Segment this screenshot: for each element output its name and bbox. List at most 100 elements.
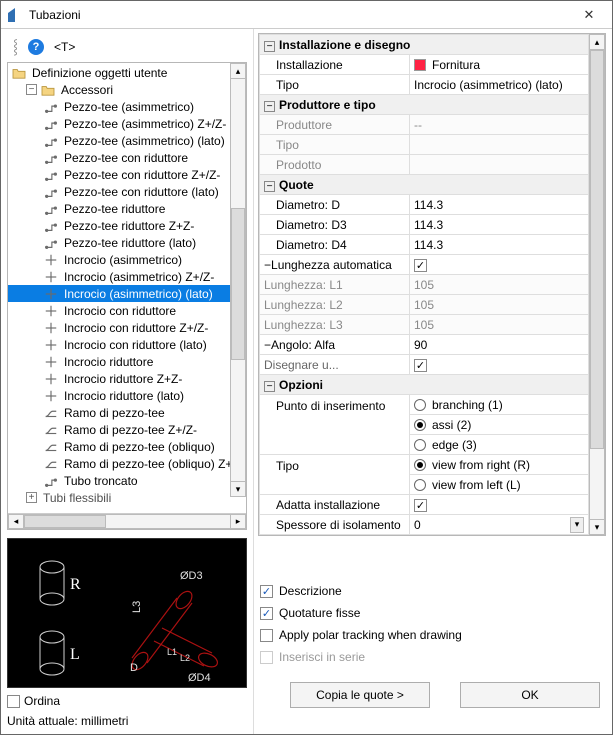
pipe-tee-icon [44, 117, 58, 131]
tree-item-3[interactable]: Pezzo-tee con riduttore [8, 149, 246, 166]
tree-item-1[interactable]: Pezzo-tee (asimmetrico) Z+/Z- [8, 115, 246, 132]
val-adatta[interactable]: ✓ [410, 495, 589, 515]
radio-icon[interactable] [414, 479, 426, 491]
tree[interactable]: Definizione oggetti utente−AccessoriPezz… [7, 62, 247, 530]
opt-assi[interactable]: assi (2) [410, 415, 589, 435]
section-install: Installazione e disegno [279, 38, 410, 52]
tree-item-6[interactable]: Pezzo-tee riduttore [8, 200, 246, 217]
tree-horizontal-scrollbar[interactable]: ◂ ▸ [8, 513, 246, 529]
val-l1: 105 [410, 275, 589, 295]
tree-item-10[interactable]: Incrocio (asimmetrico) Z+/Z- [8, 268, 246, 285]
scroll-left-icon[interactable]: ◂ [8, 514, 24, 529]
tree-item-22[interactable]: Tubo troncato [8, 472, 246, 489]
dropdown-arrow-icon[interactable]: ▾ [570, 517, 584, 533]
scroll-thumb[interactable] [24, 515, 106, 528]
tree-item-0[interactable]: Pezzo-tee (asimmetrico) [8, 98, 246, 115]
tree-item-8[interactable]: Pezzo-tee riduttore (lato) [8, 234, 246, 251]
tree-folder-accessori[interactable]: −Accessori [8, 81, 246, 98]
collapse-icon[interactable]: − [264, 101, 275, 112]
scroll-thumb[interactable] [231, 208, 245, 361]
val-angolo[interactable]: 90 [410, 335, 589, 355]
tree-item-label: Ramo di pezzo-tee Z+/Z- [62, 423, 199, 437]
tree-item-label: Incrocio riduttore Z+Z- [62, 372, 184, 386]
tree-vertical-scrollbar[interactable]: ▴ ▾ [230, 63, 246, 497]
grid-vertical-scrollbar[interactable]: ▴ ▾ [589, 34, 605, 535]
tree-root[interactable]: Definizione oggetti utente [8, 64, 246, 81]
tree-item-label: Pezzo-tee (asimmetrico) (lato) [62, 134, 227, 148]
tree-item-21[interactable]: Ramo di pezzo-tee (obliquo) Z+/Z- [8, 455, 246, 472]
opt-edge[interactable]: edge (3) [410, 435, 589, 455]
val-installazione[interactable]: Fornitura [410, 55, 589, 75]
radio-selected-icon[interactable] [414, 459, 426, 471]
tree-item-label: Pezzo-tee con riduttore [62, 151, 190, 165]
descrizione-checkbox[interactable]: ✓ [260, 585, 273, 598]
scroll-down-icon[interactable]: ▾ [589, 519, 605, 535]
tree-item-label: Definizione oggetti utente [30, 66, 169, 80]
tree-item-20[interactable]: Ramo di pezzo-tee (obliquo) [8, 438, 246, 455]
quotature-checkbox[interactable]: ✓ [260, 607, 273, 620]
radio-icon[interactable] [414, 439, 426, 451]
tree-item-12[interactable]: Incrocio con riduttore [8, 302, 246, 319]
tree-item-13[interactable]: Incrocio con riduttore Z+/Z- [8, 319, 246, 336]
scroll-thumb[interactable] [590, 50, 604, 449]
checkbox-checked-icon[interactable]: ✓ [414, 259, 427, 272]
tree-item-label: Pezzo-tee riduttore (lato) [62, 236, 198, 250]
tree-item-18[interactable]: Ramo di pezzo-tee [8, 404, 246, 421]
opt-view-right[interactable]: view from right (R) [410, 455, 589, 475]
cross-icon [44, 270, 58, 284]
collapse-icon[interactable]: − [264, 381, 275, 392]
collapse-icon[interactable]: − [26, 84, 37, 95]
ordina-label: Ordina [24, 694, 60, 708]
ordina-checkbox[interactable] [7, 695, 20, 708]
scroll-down-icon[interactable]: ▾ [230, 481, 246, 497]
tree-item-2[interactable]: Pezzo-tee (asimmetrico) (lato) [8, 132, 246, 149]
val-lungh-auto[interactable]: ✓ [410, 255, 589, 275]
val-diam-d[interactable]: 114.3 [410, 195, 589, 215]
val-diam-d4[interactable]: 114.3 [410, 235, 589, 255]
tree-item-16[interactable]: Incrocio riduttore Z+Z- [8, 370, 246, 387]
close-button[interactable]: ✕ [572, 3, 606, 27]
radio-icon[interactable] [414, 399, 426, 411]
scroll-up-icon[interactable]: ▴ [230, 63, 246, 79]
collapse-icon[interactable]: − [264, 258, 271, 272]
lbl-diam-d: Diametro: D [260, 195, 410, 215]
tree-item-19[interactable]: Ramo di pezzo-tee Z+/Z- [8, 421, 246, 438]
cross-icon [44, 287, 58, 301]
checkbox-checked-icon[interactable]: ✓ [414, 499, 427, 512]
tree-folder-tubi-flessibili[interactable]: +Tubi flessibili [8, 489, 246, 506]
collapse-icon[interactable]: − [264, 41, 275, 52]
collapse-icon[interactable]: − [264, 181, 275, 192]
tree-item-9[interactable]: Incrocio (asimmetrico) [8, 251, 246, 268]
scroll-right-icon[interactable]: ▸ [230, 514, 246, 529]
tree-item-4[interactable]: Pezzo-tee con riduttore Z+/Z- [8, 166, 246, 183]
tree-item-label: Incrocio (asimmetrico) [62, 253, 184, 267]
ok-button[interactable]: OK [460, 682, 600, 708]
t-tool-icon[interactable]: <T> [54, 40, 75, 54]
scroll-up-icon[interactable]: ▴ [589, 34, 605, 50]
svg-text:ØD3: ØD3 [180, 570, 203, 582]
val-diam-d3[interactable]: 114.3 [410, 215, 589, 235]
serie-checkbox [260, 651, 273, 664]
val-spessore[interactable]: 0▾ [410, 515, 589, 535]
tree-item-15[interactable]: Incrocio riduttore [8, 353, 246, 370]
val-tipo[interactable]: Incrocio (asimmetrico) (lato) [410, 75, 589, 95]
collapse-icon[interactable]: − [264, 338, 271, 352]
checkbox-checked-icon[interactable]: ✓ [414, 359, 427, 372]
lbl-diam-d3: Diametro: D3 [260, 215, 410, 235]
copia-quote-button[interactable]: Copia le quote > [290, 682, 430, 708]
expand-icon[interactable]: + [26, 492, 37, 503]
polar-checkbox[interactable] [260, 629, 273, 642]
opt-branching[interactable]: branching (1) [410, 395, 589, 415]
tree-item-17[interactable]: Incrocio riduttore (lato) [8, 387, 246, 404]
val-disegnare[interactable]: ✓ [410, 355, 589, 375]
tree-item-14[interactable]: Incrocio con riduttore (lato) [8, 336, 246, 353]
help-icon[interactable]: ? [28, 39, 44, 55]
tree-item-11[interactable]: Incrocio (asimmetrico) (lato) [8, 285, 246, 302]
property-grid[interactable]: −Installazione e disegno Installazione F… [258, 33, 606, 536]
opt-view-left[interactable]: view from left (L) [410, 475, 589, 495]
tree-item-7[interactable]: Pezzo-tee riduttore Z+Z- [8, 217, 246, 234]
branch-icon [44, 457, 58, 471]
radio-selected-icon[interactable] [414, 419, 426, 431]
tree-item-5[interactable]: Pezzo-tee con riduttore (lato) [8, 183, 246, 200]
lbl-angolo: −Angolo: Alfa [260, 335, 410, 355]
